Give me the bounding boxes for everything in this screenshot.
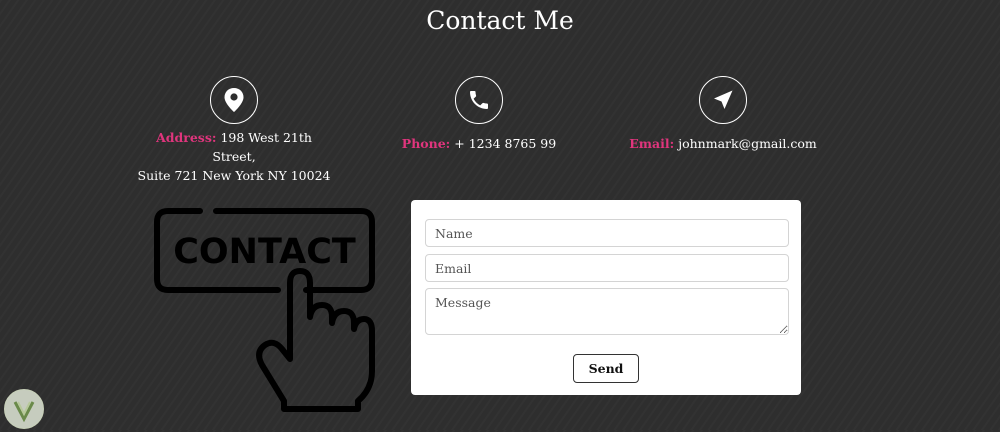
name-input[interactable] — [425, 219, 789, 247]
page-title: Contact Me — [426, 6, 574, 35]
email-label: Email: — [629, 136, 675, 151]
phone-value[interactable]: + 1234 8765 99 — [454, 136, 556, 151]
phone-line: Phone: + 1234 8765 99 — [379, 134, 579, 153]
contact-illustration: CONTACT — [150, 205, 382, 415]
map-pin-icon — [210, 76, 258, 124]
phone-icon — [455, 76, 503, 124]
address-value-line-2: Suite 721 New York NY 10024 — [137, 168, 331, 183]
send-button[interactable]: Send — [573, 354, 639, 383]
email-value[interactable]: johnmark@gmail.com — [678, 136, 817, 151]
address-value-line-1: 198 West 21th Street, — [212, 130, 312, 164]
paper-plane-icon — [699, 76, 747, 124]
email-input[interactable] — [425, 254, 789, 282]
address-label: Address: — [156, 130, 217, 145]
contact-illustration-text: CONTACT — [173, 232, 356, 272]
email-line: Email: johnmark@gmail.com — [613, 134, 833, 153]
phone-block: Phone: + 1234 8765 99 — [379, 76, 579, 153]
email-block: Email: johnmark@gmail.com — [613, 76, 833, 153]
contact-form: Send — [411, 200, 801, 395]
address-line-1: Address: 198 West 21th Street, — [134, 128, 334, 166]
phone-label: Phone: — [401, 136, 451, 151]
message-textarea[interactable] — [425, 288, 789, 335]
address-block: Address: 198 West 21th Street, Suite 721… — [134, 76, 334, 185]
badge-logo-icon — [4, 389, 44, 429]
